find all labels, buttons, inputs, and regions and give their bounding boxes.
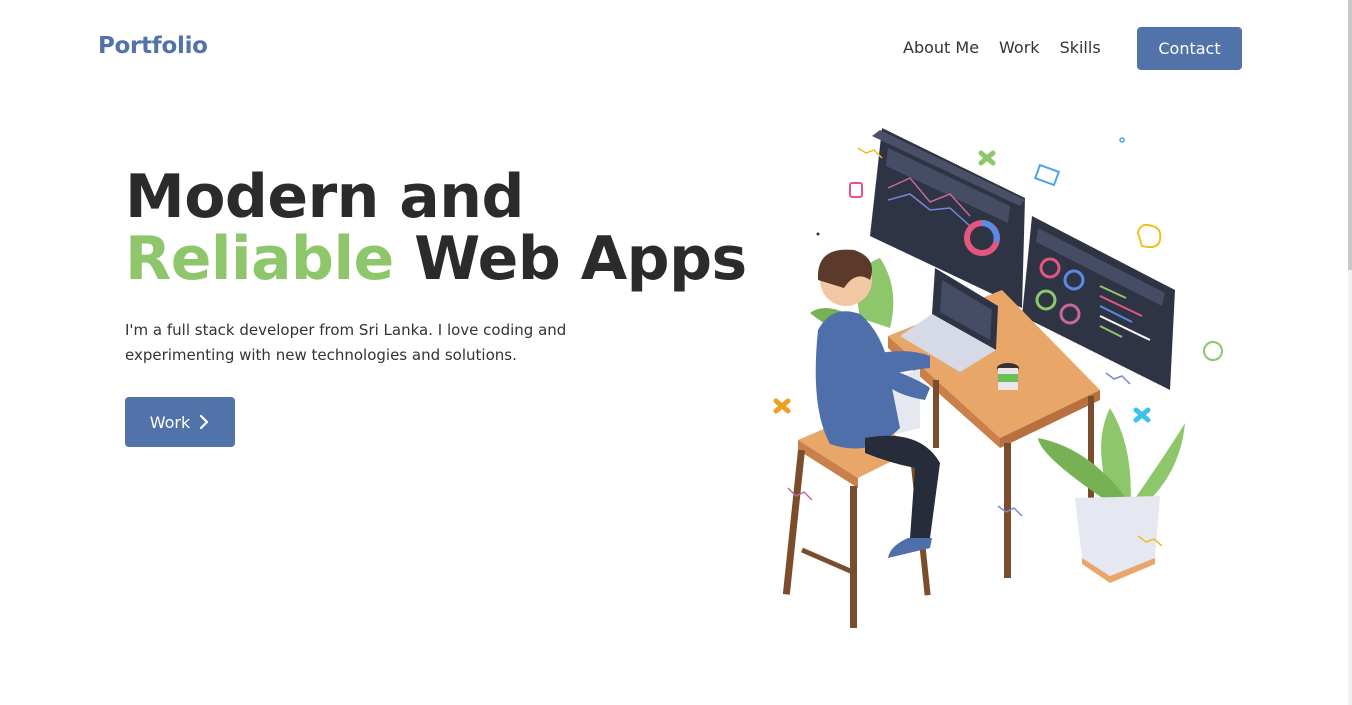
work-button[interactable]: Work <box>125 397 235 447</box>
chevron-right-icon <box>200 415 209 429</box>
coffee-cup <box>997 363 1019 390</box>
headline-accent: Reliable <box>125 224 394 294</box>
nav-skills[interactable]: Skills <box>1060 38 1101 57</box>
page-scrollbar[interactable] <box>1348 0 1352 705</box>
headline-line2: Web Apps <box>393 224 747 294</box>
nav-work[interactable]: Work <box>999 38 1040 57</box>
developer-illustration <box>773 128 1223 628</box>
hero-intro: I'm a full stack developer from Sri Lank… <box>125 321 567 364</box>
hero-headline: Modern and Reliable Web Apps <box>125 166 747 290</box>
main-nav: About Me Work Skills <box>903 38 1101 57</box>
contact-button[interactable]: Contact <box>1137 27 1242 70</box>
headline-line1: Modern and <box>125 162 524 232</box>
logo[interactable]: Portfolio <box>98 33 208 59</box>
nav-about-me[interactable]: About Me <box>903 38 979 57</box>
work-button-label: Work <box>149 412 191 432</box>
plant-right <box>1038 408 1185 583</box>
scrollbar-thumb[interactable] <box>1348 0 1352 270</box>
